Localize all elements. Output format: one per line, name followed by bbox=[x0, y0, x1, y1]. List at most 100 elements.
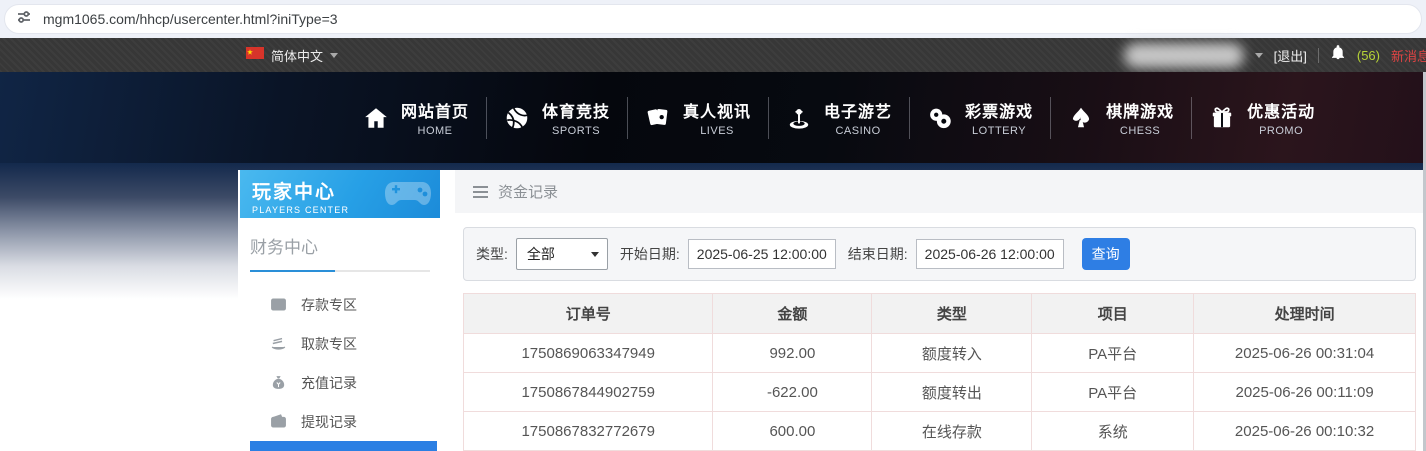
cell-order-no: 1750869063347949 bbox=[462, 333, 714, 373]
joystick-icon bbox=[785, 104, 813, 132]
cell-item: 系统 bbox=[1031, 411, 1195, 451]
caret-down-icon bbox=[590, 251, 599, 257]
gift-icon bbox=[1208, 104, 1236, 132]
sidebar-item-withdraw-zone[interactable]: 取款专区 bbox=[240, 324, 440, 363]
sidebar-item-deposit-zone[interactable]: 存款专区 bbox=[240, 285, 440, 324]
cell-item: PA平台 bbox=[1031, 333, 1195, 373]
cell-time: 2025-06-26 00:11:09 bbox=[1193, 372, 1416, 412]
page: { "browser": { "url": "mgm1065.com/hhcp/… bbox=[0, 0, 1426, 451]
cell-order-no: 1750867844902759 bbox=[462, 372, 714, 412]
nav-label-zh: 电子游艺 bbox=[824, 104, 893, 121]
lottery-balls-icon bbox=[926, 104, 954, 132]
nav-label-zh: 棋牌游戏 bbox=[1106, 104, 1175, 121]
sports-ball-icon bbox=[503, 104, 531, 132]
table-row: 1750867832772679 600.00 在线存款 系统 2025-06-… bbox=[462, 411, 1416, 451]
money-bag-icon bbox=[270, 374, 287, 391]
main-nav: 网站首页 HOME 体育竞技 SPORTS 真人视讯 LIVES 电子游艺 CA… bbox=[0, 72, 1426, 163]
table-header-row: 订单号 金额 类型 项目 处理时间 bbox=[462, 293, 1416, 334]
address-bar[interactable]: mgm1065.com/hhcp/usercenter.html?iniType… bbox=[4, 4, 1422, 34]
hamburger-icon bbox=[473, 185, 488, 198]
cell-type: 在线存款 bbox=[871, 411, 1033, 451]
username-blurred[interactable] bbox=[1123, 42, 1244, 68]
type-label: 类型: bbox=[476, 246, 508, 262]
message-count[interactable]: (56) bbox=[1357, 48, 1380, 63]
start-date-input[interactable] bbox=[687, 239, 836, 269]
cell-amount: -622.00 bbox=[712, 372, 873, 412]
wallet-icon bbox=[270, 413, 287, 430]
nav-label-en: CHESS bbox=[1119, 125, 1161, 137]
end-date-label: 结束日期: bbox=[847, 246, 908, 262]
main-content: 资金记录 类型: 全部 开始日期: 结束日期: 查询 订单号 金额 类型 项目 … bbox=[455, 170, 1426, 451]
sidebar-item-recharge-records[interactable]: 充值记录 bbox=[240, 363, 440, 402]
table-row: 1750867844902759 -622.00 额度转出 PA平台 2025-… bbox=[462, 372, 1416, 412]
sidebar-header: 玩家中心 PLAYERS CENTER bbox=[240, 170, 440, 218]
site-settings-icon[interactable] bbox=[15, 8, 33, 31]
divider bbox=[1317, 47, 1319, 63]
cell-time: 2025-06-26 00:31:04 bbox=[1193, 333, 1416, 373]
nav-label-zh: 真人视讯 bbox=[683, 104, 752, 121]
nav-item-casino[interactable]: 电子游艺 CASINO bbox=[768, 72, 909, 163]
filter-bar: 类型: 全部 开始日期: 结束日期: 查询 bbox=[463, 227, 1416, 281]
logout-link[interactable]: [退出] bbox=[1274, 46, 1307, 65]
withdraw-hand-icon bbox=[270, 335, 287, 352]
nav-label-zh: 优惠活动 bbox=[1247, 104, 1316, 121]
nav-label-en: PROMO bbox=[1259, 125, 1304, 137]
cell-time: 2025-06-26 00:10:32 bbox=[1193, 411, 1416, 451]
spade-icon bbox=[1067, 104, 1095, 132]
language-label: 简体中文 bbox=[271, 48, 324, 64]
sidebar-item-label: 取款专区 bbox=[301, 335, 357, 352]
caret-down-icon bbox=[330, 52, 339, 58]
url-text[interactable]: mgm1065.com/hhcp/usercenter.html?iniType… bbox=[43, 11, 338, 27]
bell-icon[interactable] bbox=[1330, 44, 1346, 66]
end-date-input[interactable] bbox=[915, 239, 1064, 269]
language-selector[interactable]: 简体中文 bbox=[246, 38, 339, 72]
header-type: 类型 bbox=[871, 293, 1033, 334]
sidebar: 玩家中心 PLAYERS CENTER 财务中心 存款专区 取款专区 充值记录 … bbox=[240, 170, 440, 451]
nav-item-sports[interactable]: 体育竞技 SPORTS bbox=[486, 72, 627, 163]
nav-label-en: LIVES bbox=[700, 125, 734, 137]
cell-amount: 600.00 bbox=[712, 411, 873, 451]
header-time: 处理时间 bbox=[1193, 293, 1416, 334]
nav-items: 网站首页 HOME 体育竞技 SPORTS 真人视讯 LIVES 电子游艺 CA… bbox=[345, 72, 1332, 163]
query-button[interactable]: 查询 bbox=[1081, 238, 1130, 270]
type-select-value: 全部 bbox=[526, 246, 555, 262]
user-area: [退出] (56) 新消息 bbox=[1123, 38, 1426, 72]
sidebar-menu: 存款专区 取款专区 充值记录 提现记录 bbox=[240, 285, 440, 451]
flag-cn-icon bbox=[246, 46, 264, 64]
type-select[interactable]: 全部 bbox=[515, 238, 608, 270]
caret-down-icon[interactable] bbox=[1254, 52, 1263, 58]
nav-item-home[interactable]: 网站首页 HOME bbox=[345, 72, 486, 163]
records-table: 订单号 金额 类型 项目 处理时间 1750869063347949 992.0… bbox=[462, 293, 1416, 451]
cell-type: 额度转入 bbox=[871, 333, 1033, 373]
gamepad-icon bbox=[382, 176, 434, 218]
cell-item: PA平台 bbox=[1031, 372, 1195, 412]
nav-item-lottery[interactable]: 彩票游戏 LOTTERY bbox=[909, 72, 1050, 163]
nav-item-lives[interactable]: 真人视讯 LIVES bbox=[627, 72, 768, 163]
sidebar-item-withdraw-records[interactable]: 提现记录 bbox=[240, 402, 440, 441]
page-title: 资金记录 bbox=[498, 184, 559, 201]
header-order-no: 订单号 bbox=[462, 293, 714, 334]
cell-type: 额度转出 bbox=[871, 372, 1033, 412]
cell-order-no: 1750867832772679 bbox=[462, 411, 714, 451]
page-header: 资金记录 bbox=[455, 170, 1426, 213]
utility-bar: 简体中文 [退出] (56) 新消息 bbox=[0, 38, 1426, 72]
nav-label-en: HOME bbox=[417, 125, 453, 137]
nav-label-en: CASINO bbox=[835, 125, 881, 137]
nav-label-en: LOTTERY bbox=[972, 125, 1027, 137]
browser-toolbar: mgm1065.com/hhcp/usercenter.html?iniType… bbox=[0, 0, 1426, 38]
header-item: 项目 bbox=[1031, 293, 1195, 334]
start-date-label: 开始日期: bbox=[619, 246, 680, 262]
sidebar-item-fund-records[interactable]: 资金记录 › bbox=[250, 441, 437, 451]
nav-label-zh: 网站首页 bbox=[401, 104, 470, 121]
sidebar-item-label: 充值记录 bbox=[301, 374, 357, 391]
header-amount: 金额 bbox=[712, 293, 873, 334]
deposit-card-icon bbox=[270, 296, 287, 313]
nav-item-chess[interactable]: 棋牌游戏 CHESS bbox=[1050, 72, 1191, 163]
sidebar-section-title: 财务中心 bbox=[250, 238, 318, 257]
nav-label-en: SPORTS bbox=[552, 125, 601, 137]
nav-item-promo[interactable]: 优惠活动 PROMO bbox=[1191, 72, 1332, 163]
home-icon bbox=[362, 104, 390, 132]
new-message-link[interactable]: 新消息 bbox=[1391, 46, 1426, 65]
playing-cards-icon bbox=[644, 104, 672, 132]
nav-label-zh: 彩票游戏 bbox=[965, 104, 1034, 121]
